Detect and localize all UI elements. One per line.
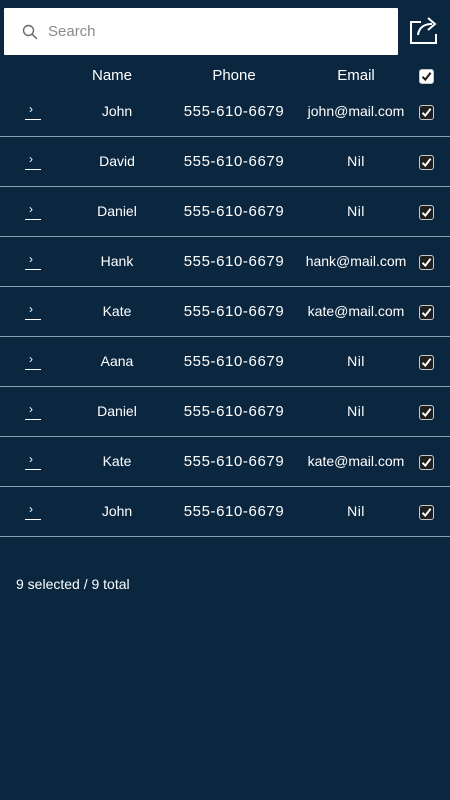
- contact-name: Kate: [102, 453, 132, 469]
- table-row[interactable]: › Kate 555-610-6679 kate@mail.com: [0, 287, 450, 337]
- contact-email: john@mail.com: [307, 103, 405, 119]
- row-checkbox[interactable]: [419, 355, 434, 370]
- row-checkbox[interactable]: [419, 155, 434, 170]
- underline: [25, 269, 41, 270]
- chevron-right-icon: ›: [29, 252, 33, 266]
- underline: [25, 119, 41, 120]
- row-checkbox[interactable]: [419, 505, 434, 520]
- underline: [25, 219, 41, 220]
- top-bar: [0, 0, 450, 62]
- table-row[interactable]: › John 555-610-6679 Nil: [0, 487, 450, 537]
- table-row[interactable]: › Aana 555-610-6679 Nil: [0, 337, 450, 387]
- row-checkbox[interactable]: [419, 305, 434, 320]
- contact-name: Kate: [102, 303, 132, 319]
- contact-phone: 555-610-6679: [183, 403, 285, 420]
- expand-row-button[interactable]: ›: [25, 102, 41, 120]
- expand-row-button[interactable]: ›: [25, 252, 41, 270]
- contact-name: Hank: [100, 253, 134, 269]
- table-row[interactable]: › David 555-610-6679 Nil: [0, 137, 450, 187]
- search-input[interactable]: [48, 16, 348, 47]
- table-row[interactable]: › Hank 555-610-6679 hank@mail.com: [0, 237, 450, 287]
- contact-email: Nil: [347, 353, 365, 369]
- column-header-email[interactable]: Email: [300, 67, 412, 84]
- contact-email: Nil: [347, 203, 365, 219]
- contact-name: John: [101, 503, 133, 519]
- expand-row-button[interactable]: ›: [25, 152, 41, 170]
- contact-email: hank@mail.com: [305, 253, 407, 269]
- row-checkbox[interactable]: [419, 105, 434, 120]
- search-box[interactable]: [4, 8, 398, 55]
- contact-phone: 555-610-6679: [183, 153, 285, 170]
- table-header: Name Phone Email: [0, 62, 450, 90]
- contact-phone: 555-610-6679: [183, 253, 285, 270]
- chevron-right-icon: ›: [29, 102, 33, 116]
- expand-row-button[interactable]: ›: [25, 452, 41, 470]
- share-icon: [408, 15, 440, 50]
- row-checkbox[interactable]: [419, 455, 434, 470]
- expand-row-button[interactable]: ›: [25, 352, 41, 370]
- underline: [25, 469, 41, 470]
- contact-name: David: [99, 153, 135, 169]
- expand-row-button[interactable]: ›: [25, 402, 41, 420]
- column-header-phone[interactable]: Phone: [174, 67, 294, 84]
- row-checkbox[interactable]: [419, 205, 434, 220]
- underline: [25, 169, 41, 170]
- contact-name: Aana: [100, 353, 134, 369]
- contact-phone: 555-610-6679: [183, 303, 285, 320]
- contact-email: Nil: [347, 153, 365, 169]
- contact-email: kate@mail.com: [307, 453, 405, 469]
- expand-row-button[interactable]: ›: [25, 502, 41, 520]
- contacts-table: › John 555-610-6679 john@mail.com › David 555-…: [0, 87, 450, 537]
- expand-row-button[interactable]: ›: [25, 302, 41, 320]
- selection-summary: 9 selected / 9 total: [16, 576, 130, 592]
- contact-name: Daniel: [97, 403, 137, 419]
- table-row[interactable]: › John 555-610-6679 john@mail.com: [0, 87, 450, 137]
- row-checkbox[interactable]: [419, 255, 434, 270]
- contact-phone: 555-610-6679: [183, 203, 285, 220]
- table-row[interactable]: › Kate 555-610-6679 kate@mail.com: [0, 437, 450, 487]
- column-header-name[interactable]: Name: [62, 67, 162, 84]
- underline: [25, 519, 41, 520]
- table-row[interactable]: › Daniel 555-610-6679 Nil: [0, 387, 450, 437]
- contact-phone: 555-610-6679: [183, 353, 285, 370]
- chevron-right-icon: ›: [29, 302, 33, 316]
- chevron-right-icon: ›: [29, 402, 33, 416]
- contact-email: kate@mail.com: [307, 303, 405, 319]
- row-checkbox[interactable]: [419, 405, 434, 420]
- contact-phone: 555-610-6679: [183, 103, 285, 120]
- contact-name: Daniel: [97, 203, 137, 219]
- table-row[interactable]: › Daniel 555-610-6679 Nil: [0, 187, 450, 237]
- chevron-right-icon: ›: [29, 202, 33, 216]
- search-icon: [22, 24, 38, 40]
- chevron-right-icon: ›: [29, 352, 33, 366]
- select-all-checkbox[interactable]: [419, 69, 434, 84]
- expand-row-button[interactable]: ›: [25, 202, 41, 220]
- contact-name: John: [101, 103, 133, 119]
- underline: [25, 319, 41, 320]
- contact-phone: 555-610-6679: [183, 503, 285, 520]
- contact-email: Nil: [347, 503, 365, 519]
- underline: [25, 369, 41, 370]
- chevron-right-icon: ›: [29, 452, 33, 466]
- chevron-right-icon: ›: [29, 152, 33, 166]
- share-button[interactable]: [406, 14, 442, 50]
- contact-email: Nil: [347, 403, 365, 419]
- chevron-right-icon: ›: [29, 502, 33, 516]
- underline: [25, 419, 41, 420]
- contact-phone: 555-610-6679: [183, 453, 285, 470]
